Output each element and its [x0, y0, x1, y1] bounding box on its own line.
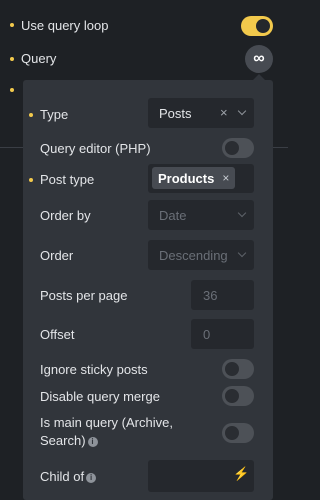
tag-remove-icon[interactable]: ×	[222, 171, 229, 185]
info-icon[interactable]: i	[87, 437, 98, 447]
is-main-query-label-line2: Search) i	[40, 433, 98, 448]
post-type-tag-label: Products	[158, 170, 215, 186]
offset-input[interactable]: 0	[191, 319, 254, 349]
active-indicator-dot	[10, 57, 14, 61]
post-type-label: Post type	[40, 172, 95, 187]
dynamic-data-bolt-icon[interactable]: ⚡	[233, 466, 249, 482]
chevron-down-icon	[237, 248, 247, 258]
chevron-down-icon	[237, 208, 247, 218]
type-value: Posts	[159, 105, 192, 121]
chevron-down-icon	[237, 106, 247, 116]
order-label: Order	[40, 248, 74, 263]
type-label: Type	[40, 107, 69, 122]
order-by-value: Date	[159, 207, 187, 223]
posts-per-page-placeholder: 36	[203, 287, 218, 303]
disable-query-merge-toggle[interactable]	[222, 386, 254, 406]
query-label: Query	[21, 51, 57, 66]
ignore-sticky-posts-label: Ignore sticky posts	[40, 362, 148, 377]
is-main-query-label-line1: Is main query (Archive,	[40, 415, 173, 430]
is-main-query-toggle[interactable]	[222, 423, 254, 443]
query-editor-label: Query editor (PHP)	[40, 141, 151, 156]
info-icon[interactable]: i	[86, 473, 97, 483]
order-by-label: Order by	[40, 208, 91, 223]
clear-icon[interactable]: ×	[220, 105, 228, 120]
active-indicator-dot	[10, 88, 14, 92]
order-select[interactable]: Descending	[148, 240, 254, 270]
active-indicator-dot	[10, 23, 14, 27]
order-by-select[interactable]: Date	[148, 200, 254, 230]
type-select[interactable]: Posts ×	[148, 98, 254, 128]
divider	[273, 147, 288, 148]
disable-query-merge-label: Disable query merge	[40, 389, 160, 404]
divider	[0, 147, 23, 148]
offset-placeholder: 0	[203, 326, 211, 342]
query-editor-toggle[interactable]	[222, 138, 254, 158]
active-indicator-dot	[29, 113, 33, 117]
query-loop-icon[interactable]: ∞	[245, 45, 273, 73]
post-type-tag: Products ×	[152, 167, 236, 189]
offset-label: Offset	[40, 327, 75, 342]
order-value: Descending	[159, 247, 228, 263]
active-indicator-dot	[29, 178, 33, 182]
ignore-sticky-posts-toggle[interactable]	[222, 359, 254, 379]
posts-per-page-input[interactable]: 36	[191, 280, 254, 310]
child-of-label: Child of i	[40, 469, 97, 484]
posts-per-page-label: Posts per page	[40, 288, 128, 303]
use-query-loop-label: Use query loop	[21, 18, 109, 33]
use-query-loop-toggle[interactable]	[241, 16, 273, 36]
